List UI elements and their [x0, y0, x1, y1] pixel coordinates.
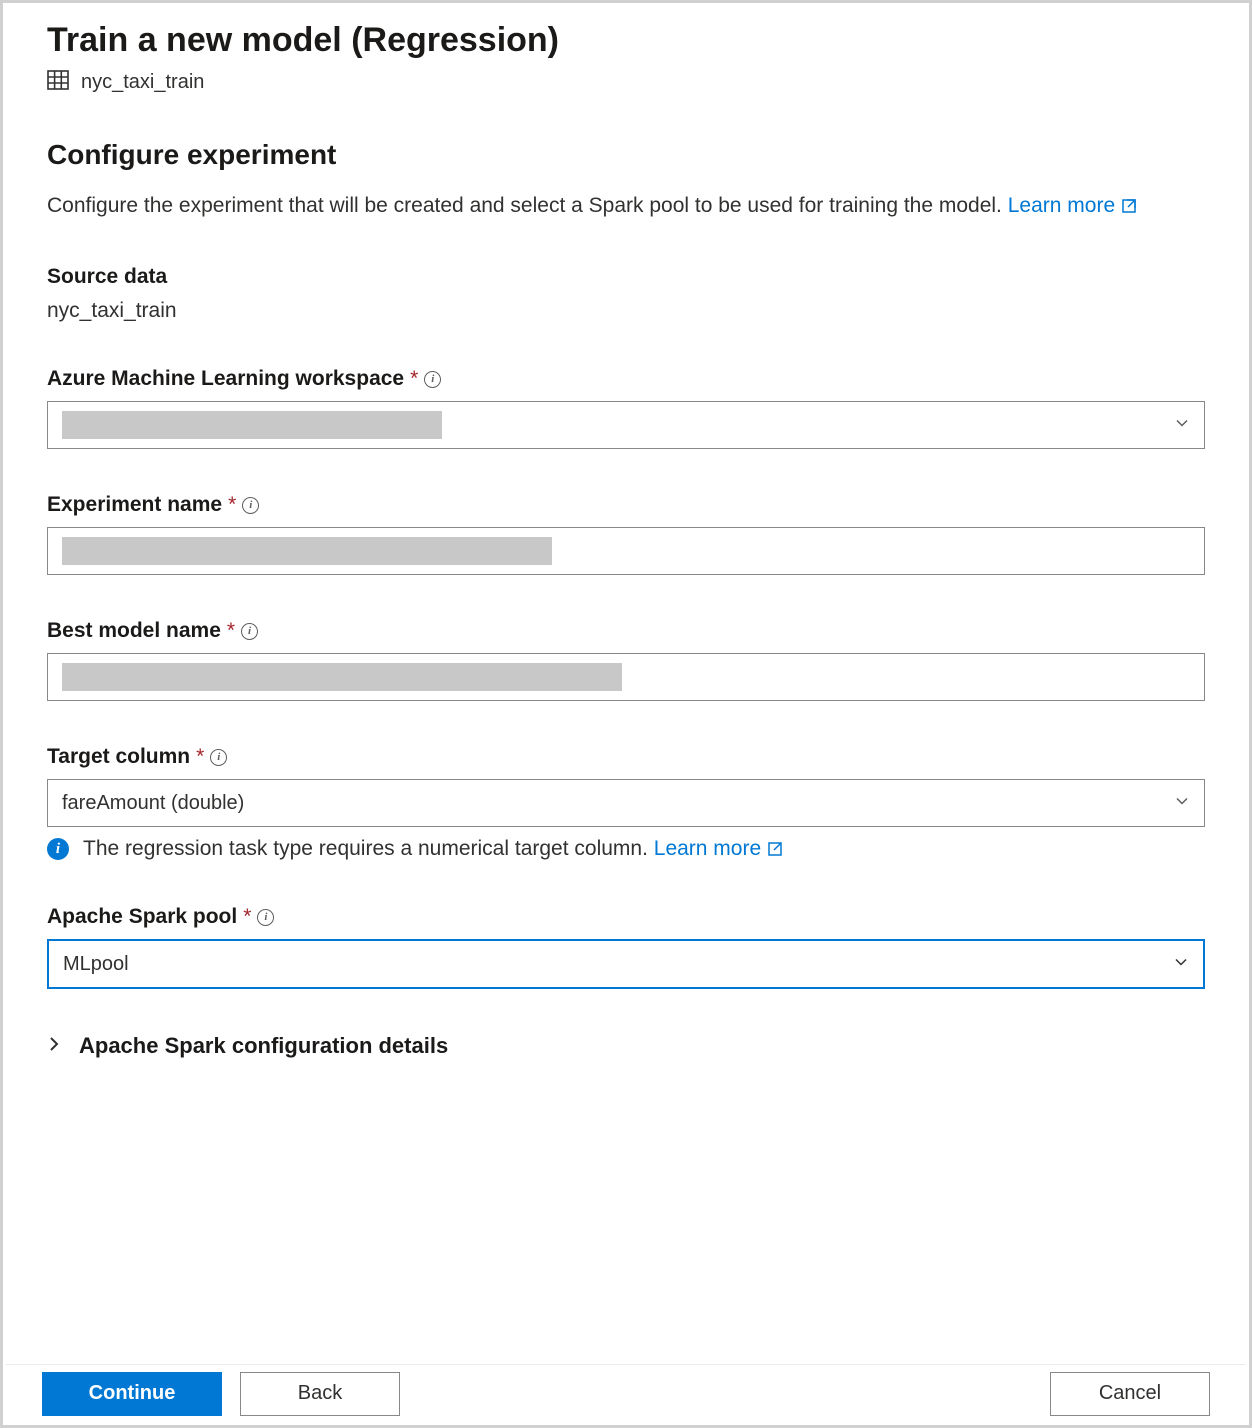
- spark-config-expander[interactable]: Apache Spark configuration details: [47, 1033, 1205, 1059]
- spark-pool-value: MLpool: [63, 953, 129, 976]
- spark-pool-field: Apache Spark pool * i MLpool: [47, 905, 1205, 989]
- target-column-value: fareAmount (double): [62, 792, 244, 815]
- chevron-down-icon: [1174, 414, 1190, 437]
- required-indicator: *: [410, 367, 418, 391]
- panel-footer: Continue Back Cancel: [6, 1364, 1246, 1422]
- page-title: Train a new model (Regression): [47, 21, 1205, 60]
- target-learn-more-link[interactable]: Learn more: [654, 837, 783, 861]
- chevron-right-icon: [47, 1033, 61, 1059]
- target-info-text: The regression task type requires a nume…: [83, 837, 783, 861]
- section-description: Configure the experiment that will be cr…: [47, 191, 1205, 221]
- best-model-label: Best model name * i: [47, 619, 1205, 643]
- workspace-select[interactable]: [47, 401, 1205, 449]
- table-icon: [47, 70, 69, 95]
- source-data-label: Source data: [47, 265, 1205, 289]
- spark-pool-select[interactable]: MLpool: [47, 939, 1205, 989]
- required-indicator: *: [227, 619, 235, 643]
- target-info-strip: i The regression task type requires a nu…: [47, 837, 1205, 861]
- section-title: Configure experiment: [47, 139, 1205, 171]
- redacted-value: [62, 537, 552, 565]
- target-column-label: Target column * i: [47, 745, 1205, 769]
- required-indicator: *: [196, 745, 204, 769]
- info-icon[interactable]: i: [424, 371, 441, 388]
- back-button[interactable]: Back: [240, 1372, 400, 1416]
- chevron-down-icon: [1173, 953, 1189, 976]
- expander-label: Apache Spark configuration details: [79, 1033, 448, 1059]
- experiment-input[interactable]: [47, 527, 1205, 575]
- best-model-field: Best model name * i: [47, 619, 1205, 701]
- info-icon[interactable]: i: [210, 749, 227, 766]
- source-data-field: Source data nyc_taxi_train: [47, 265, 1205, 323]
- workspace-label: Azure Machine Learning workspace * i: [47, 367, 1205, 391]
- info-icon[interactable]: i: [241, 623, 258, 640]
- learn-more-link[interactable]: Learn more: [1008, 191, 1137, 221]
- info-icon[interactable]: i: [257, 909, 274, 926]
- target-column-select[interactable]: fareAmount (double): [47, 779, 1205, 827]
- info-badge-icon: i: [47, 838, 69, 860]
- chevron-down-icon: [1174, 792, 1190, 815]
- continue-button[interactable]: Continue: [42, 1372, 222, 1416]
- source-header-row: nyc_taxi_train: [47, 70, 1205, 95]
- cancel-button[interactable]: Cancel: [1050, 1372, 1210, 1416]
- experiment-field: Experiment name * i: [47, 493, 1205, 575]
- redacted-value: [62, 663, 622, 691]
- workspace-field: Azure Machine Learning workspace * i: [47, 367, 1205, 449]
- source-data-value: nyc_taxi_train: [47, 299, 1205, 323]
- experiment-label: Experiment name * i: [47, 493, 1205, 517]
- redacted-value: [62, 411, 442, 439]
- best-model-input[interactable]: [47, 653, 1205, 701]
- external-link-icon: [1121, 198, 1137, 214]
- source-name: nyc_taxi_train: [81, 71, 204, 94]
- required-indicator: *: [228, 493, 236, 517]
- required-indicator: *: [243, 905, 251, 929]
- train-model-panel: Train a new model (Regression) nyc_taxi_…: [0, 0, 1252, 1428]
- spark-pool-label: Apache Spark pool * i: [47, 905, 1205, 929]
- external-link-icon: [767, 841, 783, 857]
- target-column-field: Target column * i fareAmount (double) i …: [47, 745, 1205, 861]
- panel-body: Train a new model (Regression) nyc_taxi_…: [3, 3, 1249, 1368]
- info-icon[interactable]: i: [242, 497, 259, 514]
